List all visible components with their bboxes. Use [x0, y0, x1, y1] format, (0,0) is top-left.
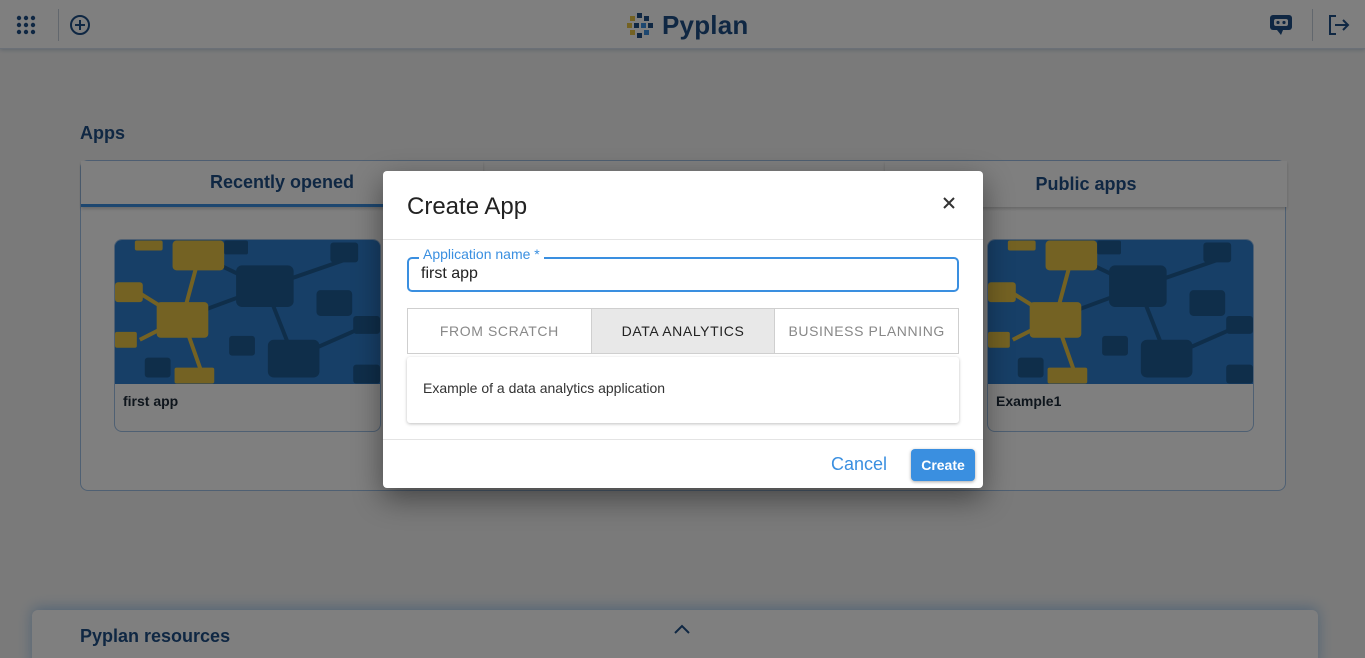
close-icon[interactable]	[939, 193, 959, 213]
dialog-header: Create App	[383, 171, 983, 240]
application-name-field: Application name *	[407, 246, 959, 292]
option-data-analytics[interactable]: DATA ANALYTICS	[591, 309, 776, 353]
application-name-label: Application name *	[419, 246, 544, 262]
dialog-footer: Cancel Create	[383, 439, 983, 488]
create-app-dialog: Create App Application name * FROM SCRAT…	[383, 171, 983, 488]
cancel-button[interactable]: Cancel	[831, 454, 887, 475]
option-from-scratch[interactable]: FROM SCRATCH	[408, 309, 592, 353]
template-description-text: Example of a data analytics application	[423, 380, 666, 396]
application-name-input[interactable]	[421, 265, 941, 283]
template-description: Example of a data analytics application	[407, 357, 959, 423]
template-selector: FROM SCRATCH DATA ANALYTICS BUSINESS PLA…	[407, 308, 959, 354]
option-business-planning[interactable]: BUSINESS PLANNING	[775, 309, 958, 353]
create-button[interactable]: Create	[911, 449, 975, 481]
dialog-title: Create App	[407, 193, 528, 220]
